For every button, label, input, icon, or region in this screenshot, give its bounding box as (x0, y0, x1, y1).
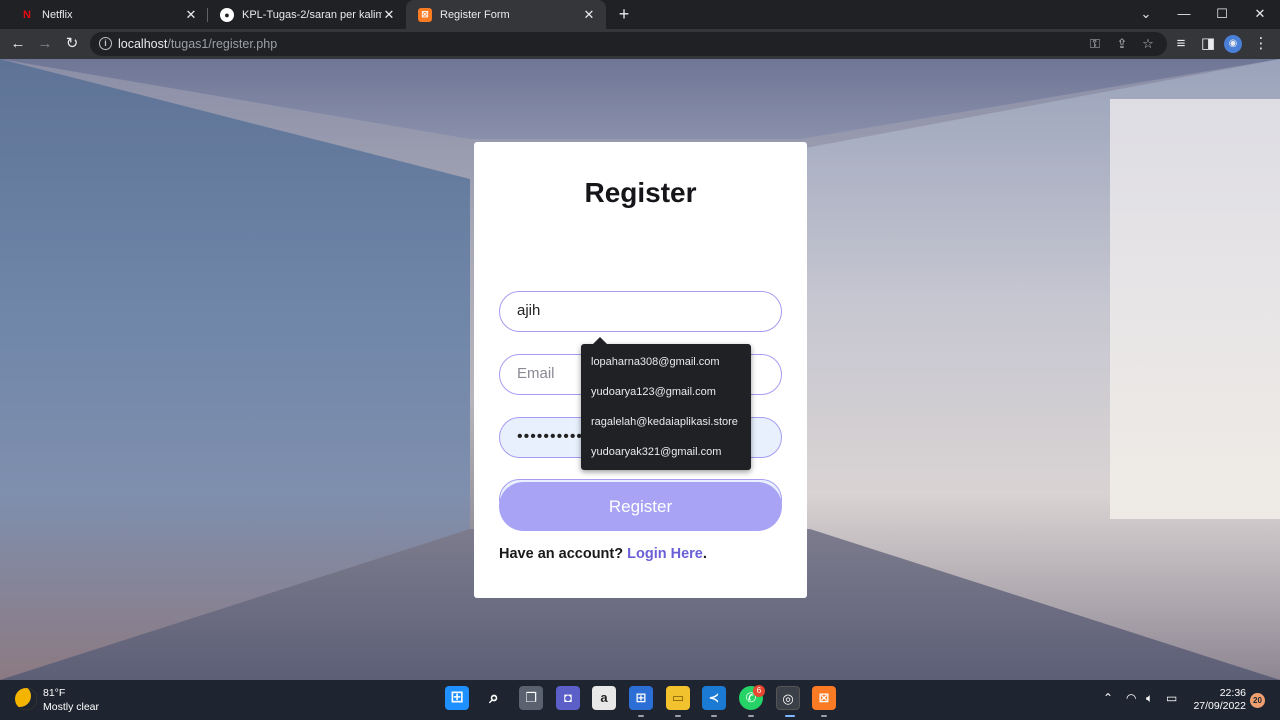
active-indicator (785, 715, 795, 717)
maximize-icon[interactable]: ☐ (1203, 0, 1241, 29)
tab-title: Register Form (440, 8, 510, 21)
tab-strip: N Netflix ✕ ● KPL-Tugas-2/saran per kali… (0, 0, 1280, 29)
email-autofill-dropdown: lopaharna308@gmail.com yudoarya123@gmail… (581, 337, 751, 470)
chrome-icon[interactable]: ◎ (776, 686, 800, 710)
clock-time: 22:36 (1219, 687, 1246, 699)
weather-moon-icon[interactable] (15, 688, 37, 710)
key-icon[interactable]: ⚿ (1085, 34, 1105, 54)
close-tab-icon[interactable]: ✕ (582, 7, 596, 23)
profile-avatar-icon[interactable]: ◉ (1224, 35, 1242, 53)
weather-temperature[interactable]: 81°F (43, 687, 65, 699)
autofill-suggestion[interactable]: lopaharna308@gmail.com (591, 356, 720, 368)
search-icon[interactable]: ⌕ (482, 686, 506, 710)
url-path: /tugas1/register.php (167, 37, 278, 51)
form-title: Register (584, 177, 697, 208)
menu-kebab-icon[interactable]: ⋮ (1250, 34, 1272, 54)
xampp-icon[interactable]: ⊠ (812, 686, 836, 710)
tab-title: Netflix (42, 8, 73, 21)
close-tab-icon[interactable]: ✕ (184, 7, 198, 23)
autofill-suggestion[interactable]: ragalelah@kedaiaplikasi.store (591, 416, 738, 428)
close-window-icon[interactable]: ✕ (1241, 0, 1279, 29)
chat-icon[interactable]: ◘ (556, 686, 580, 710)
netflix-icon: N (23, 8, 31, 21)
github-icon: ● (220, 7, 234, 22)
forward-icon[interactable]: → (34, 34, 56, 54)
tab-register-form[interactable]: ⊠ Register Form ✕ (406, 0, 606, 29)
windows-taskbar: 81°F Mostly clear ⊞ ⌕ ❐ ◘ a ⊞ ▭ ≺ ✆ 6 ◎ … (0, 680, 1280, 720)
url-host: localhost (118, 37, 168, 51)
tab-netflix[interactable]: N Netflix ✕ (8, 0, 208, 29)
show-hidden-icons-icon[interactable]: ⌃ (1103, 691, 1113, 705)
whatsapp-badge: 6 (753, 685, 765, 697)
address-bar[interactable]: i localhost/tugas1/register.php ⚿ ⇪ ☆ (90, 32, 1167, 56)
username-input[interactable]: ajih (499, 291, 782, 332)
reload-icon[interactable]: ↻ (61, 34, 83, 54)
volume-icon[interactable]: 🔈︎ (1146, 691, 1153, 706)
windows-start-icon[interactable]: ⊞ (445, 686, 469, 710)
system-clock[interactable]: 22:36 27/09/2022 (1190, 687, 1246, 713)
vscode-icon[interactable]: ≺ (702, 686, 726, 710)
account-prompt-text: Have an account? (499, 546, 624, 562)
tab-github[interactable]: ● KPL-Tugas-2/saran per kalimat u ✕ (208, 0, 406, 29)
bookmark-star-icon[interactable]: ☆ (1138, 34, 1158, 54)
running-indicator (638, 715, 644, 717)
file-explorer-icon[interactable]: ▭ (666, 686, 690, 710)
site-info-icon[interactable]: i (99, 37, 112, 50)
weather-description[interactable]: Mostly clear (43, 701, 99, 713)
autofill-suggestion[interactable]: yudoarya123@gmail.com (591, 386, 716, 398)
prompt-period: . (702, 546, 707, 562)
running-indicator (675, 715, 681, 717)
autofill-suggestion[interactable]: yudoaryak321@gmail.com (591, 446, 721, 458)
url-text[interactable]: localhost/tugas1/register.php (118, 37, 277, 51)
task-view-icon[interactable]: ❐ (519, 686, 543, 710)
browser-toolbar: ← → ↻ i localhost/tugas1/register.php ⚿ … (0, 29, 1280, 59)
xampp-icon: ⊠ (418, 7, 432, 22)
wifi-icon[interactable]: ◠ (1126, 691, 1136, 705)
tab-search-icon[interactable]: ⌄ (1127, 0, 1165, 29)
tab-title: KPL-Tugas-2/saran per kalimat u (242, 8, 382, 21)
reading-list-icon[interactable]: ≡ (1170, 34, 1192, 54)
microsoft-store-icon[interactable]: ⊞ (629, 686, 653, 710)
register-button[interactable]: Register (499, 482, 782, 531)
new-tab-icon[interactable]: + (614, 4, 634, 24)
background-window (1110, 99, 1280, 519)
running-indicator (821, 715, 827, 717)
clock-date: 27/09/2022 (1193, 700, 1246, 712)
login-prompt: Have an account? Login Here. (499, 546, 707, 562)
minimize-icon[interactable]: — (1165, 0, 1203, 29)
notification-badge[interactable]: 20 (1250, 693, 1265, 708)
login-link[interactable]: Login Here (627, 546, 703, 562)
close-tab-icon[interactable]: ✕ (382, 7, 396, 23)
running-indicator (748, 715, 754, 717)
back-icon[interactable]: ← (7, 34, 29, 54)
share-icon[interactable]: ⇪ (1112, 34, 1132, 54)
battery-icon[interactable]: ▭ (1166, 691, 1177, 705)
amazon-icon[interactable]: a (592, 686, 616, 710)
side-panel-icon[interactable]: ◨ (1197, 34, 1219, 54)
running-indicator (711, 715, 717, 717)
